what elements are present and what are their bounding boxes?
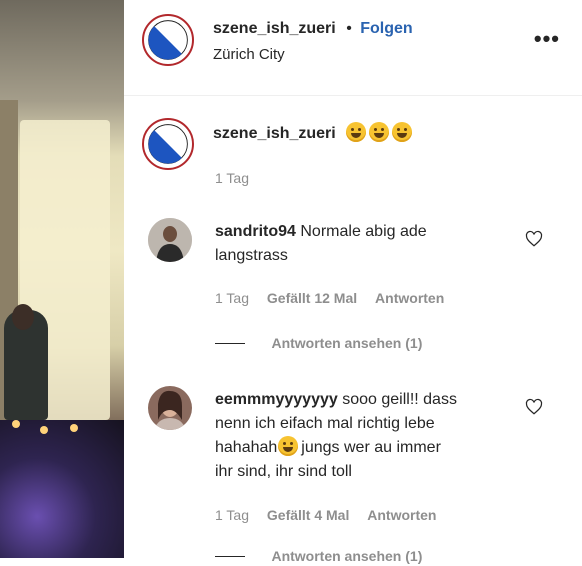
- follow-button[interactable]: Folgen: [360, 20, 412, 37]
- zurich-logo-icon: [148, 124, 188, 164]
- media-light: [12, 420, 20, 428]
- media-light: [70, 424, 78, 432]
- user-photo-icon: [148, 218, 192, 262]
- comment-text-line4: ihr sind, ihr sind toll: [215, 463, 352, 480]
- like-heart-icon[interactable]: [525, 230, 543, 248]
- comment-text-line2: nenn ich eifach mal richtig lebe: [215, 415, 435, 432]
- post-media[interactable]: [0, 0, 124, 558]
- replies-divider-line: [215, 556, 245, 558]
- comment-text-line2: langstrass: [215, 247, 288, 264]
- post-location[interactable]: Zürich City: [213, 46, 285, 63]
- comment-likes[interactable]: Gefällt 12 Mal: [267, 290, 357, 306]
- caption-time: 1 Tag: [215, 170, 249, 186]
- comments-panel: szene_ish_zueri • Folgen Zürich City •••…: [124, 0, 582, 564]
- comment-time: 1 Tag: [215, 290, 249, 306]
- view-replies-button[interactable]: Antworten ansehen (1): [271, 548, 422, 564]
- grinning-sweat-emoji-icon: [278, 436, 299, 456]
- comment-likes[interactable]: Gefällt 4 Mal: [267, 507, 349, 523]
- caption-line: szene_ish_zueri: [213, 122, 413, 143]
- comment-text: sooo geill!! dass: [342, 391, 457, 408]
- rolling-on-floor-laughing-emoji-icon: [392, 122, 413, 142]
- post-username[interactable]: szene_ish_zueri: [213, 20, 336, 37]
- rolling-on-floor-laughing-emoji-icon: [369, 122, 390, 142]
- media-light: [40, 426, 48, 434]
- reply-button[interactable]: Antworten: [375, 290, 444, 306]
- user-photo-icon: [148, 386, 192, 430]
- comment-text: Normale abig ade: [300, 223, 427, 240]
- comment-username[interactable]: eemmmyyyyyyy: [215, 391, 338, 408]
- media-person-head: [12, 304, 34, 330]
- more-options-icon[interactable]: •••: [534, 26, 560, 52]
- zurich-logo-icon: [148, 20, 188, 60]
- comment-username[interactable]: sandrito94: [215, 223, 296, 240]
- commenter-avatar[interactable]: [148, 218, 192, 262]
- header-title-row: szene_ish_zueri • Folgen: [213, 20, 413, 38]
- caption-avatar[interactable]: [142, 118, 194, 170]
- view-replies-row[interactable]: Antworten ansehen (1): [215, 335, 422, 353]
- comment-body: eemmmyyyyyyy sooo geill!! dass nenn ich …: [215, 388, 515, 484]
- comment-meta: 1 Tag Gefällt 4 Mal Antworten: [215, 507, 450, 523]
- comment-meta: 1 Tag Gefällt 12 Mal Antworten: [215, 290, 458, 306]
- reply-button[interactable]: Antworten: [367, 507, 436, 523]
- view-replies-row[interactable]: Antworten ansehen (1): [215, 548, 422, 566]
- account-avatar[interactable]: [142, 14, 194, 66]
- replies-divider-line: [215, 343, 245, 345]
- comment-text-line3: hahahah: [215, 439, 278, 456]
- comment-text-line3b: jungs wer au immer: [301, 439, 441, 456]
- comment-body: sandrito94 Normale abig ade langstrass: [215, 220, 515, 268]
- view-replies-button[interactable]: Antworten ansehen (1): [271, 335, 422, 351]
- caption-username[interactable]: szene_ish_zueri: [213, 125, 336, 142]
- follow-separator: •: [346, 20, 352, 37]
- rolling-on-floor-laughing-emoji-icon: [346, 122, 367, 142]
- media-stage-lights: [0, 420, 124, 558]
- post-header: szene_ish_zueri • Folgen Zürich City •••: [124, 0, 582, 96]
- commenter-avatar[interactable]: [148, 386, 192, 430]
- like-heart-icon[interactable]: [525, 398, 543, 416]
- comment-time: 1 Tag: [215, 507, 249, 523]
